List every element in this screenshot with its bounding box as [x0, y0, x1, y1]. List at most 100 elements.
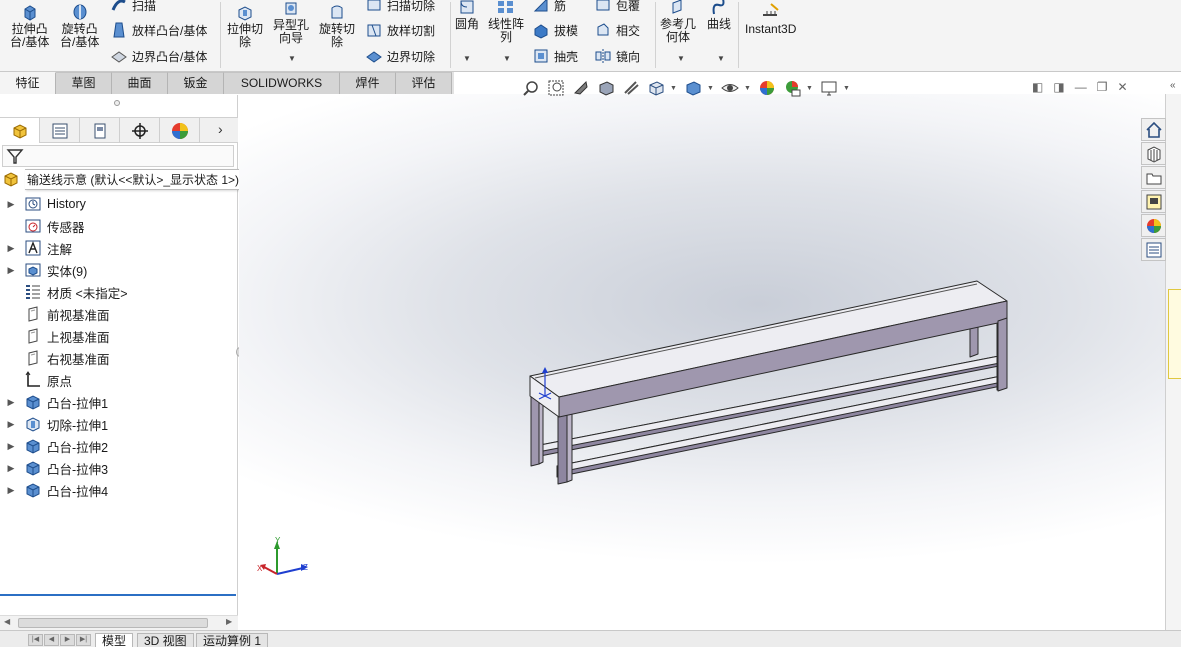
next-tab-icon[interactable]: ▶: [60, 634, 75, 646]
intersect-button[interactable]: 相交: [594, 21, 640, 39]
tree-item[interactable]: ▶ 凸台-拉伸4: [0, 479, 238, 501]
expand-arrow-icon[interactable]: ▶: [6, 397, 16, 408]
apply-scene-button[interactable]: [781, 78, 802, 98]
curves-dropdown-icon[interactable]: ▼: [717, 54, 725, 63]
mirror-button[interactable]: 镜向: [594, 47, 640, 65]
tree-item[interactable]: 材质 <未指定>: [0, 281, 238, 303]
curves-button[interactable]: 曲线: [707, 0, 731, 31]
tab-sheet-metal[interactable]: 钣金: [168, 72, 224, 94]
tree-horizontal-scrollbar[interactable]: ◀ ▶: [0, 615, 238, 630]
tab-3d-views[interactable]: 3D 视图: [137, 633, 194, 647]
scroll-left-icon[interactable]: ◀: [4, 617, 10, 626]
revolve-boss-button[interactable]: 旋转凸 台/基体: [60, 2, 99, 49]
edit-appearance-button[interactable]: [756, 78, 777, 98]
custom-properties-tab[interactable]: [1141, 238, 1166, 261]
sweep-cut-button[interactable]: 扫描切除: [365, 0, 435, 14]
view-settings-button[interactable]: [818, 78, 839, 98]
loft-boss-button[interactable]: 放样凸台/基体: [110, 21, 207, 39]
reference-geometry-button[interactable]: 参考几 何体: [660, 0, 696, 44]
close-icon[interactable]: ✕: [1117, 80, 1127, 94]
feature-manager-tab[interactable]: [0, 118, 40, 143]
tile-right-icon[interactable]: ◨: [1053, 80, 1064, 94]
tree-filter-bar[interactable]: [2, 145, 234, 167]
view-orientation-dropdown-icon[interactable]: ▼: [670, 85, 678, 92]
panel-splitter-handle[interactable]: [114, 100, 120, 106]
hide-show-items-button[interactable]: [719, 78, 740, 98]
loft-cut-button[interactable]: 放样切割: [365, 21, 435, 39]
expand-arrow-icon[interactable]: ▶: [6, 243, 16, 254]
first-tab-icon[interactable]: |◀: [28, 634, 43, 646]
extrude-boss-button[interactable]: 拉伸凸 台/基体: [10, 2, 49, 49]
tab-mbd[interactable]: SOLIDWORKS MBD: [224, 72, 340, 111]
previous-tab-icon[interactable]: ◀: [44, 634, 59, 646]
draft-button[interactable]: 拔模: [532, 21, 578, 39]
hide-show-dropdown-icon[interactable]: ▼: [744, 85, 752, 92]
chevron-right-icon[interactable]: ›: [218, 121, 223, 137]
expand-arrow-icon[interactable]: ▶: [6, 419, 16, 430]
zoom-to-fit-button[interactable]: [520, 78, 541, 98]
fillet-button[interactable]: 圆角: [455, 0, 479, 31]
rib-button[interactable]: 筋: [532, 0, 566, 14]
section-view-button[interactable]: [595, 78, 616, 98]
apply-scene-dropdown-icon[interactable]: ▼: [806, 85, 814, 92]
zoom-to-area-button[interactable]: [545, 78, 566, 98]
tab-evaluate[interactable]: 评估: [396, 72, 452, 94]
expand-arrow-icon[interactable]: ▶: [6, 485, 16, 496]
hole-wizard-button[interactable]: 异型孔 向导: [273, 0, 309, 45]
restore-icon[interactable]: ❐: [1097, 80, 1108, 94]
design-library-tab[interactable]: [1141, 142, 1166, 165]
display-style-button[interactable]: [682, 78, 703, 98]
tree-item[interactable]: 右视基准面: [0, 347, 238, 369]
dimxpert-manager-tab[interactable]: [120, 118, 160, 143]
tile-left-icon[interactable]: ◧: [1032, 80, 1043, 94]
scroll-right-icon[interactable]: ▶: [226, 617, 232, 626]
tree-item[interactable]: 前视基准面: [0, 303, 238, 325]
dynamic-annotation-button[interactable]: [620, 78, 641, 98]
tree-item[interactable]: ▶ 凸台-拉伸1: [0, 391, 238, 413]
appearances-tab[interactable]: [1141, 214, 1166, 237]
view-palette-tab[interactable]: [1141, 190, 1166, 213]
view-orientation-button[interactable]: [645, 78, 666, 98]
file-explorer-tab[interactable]: [1141, 166, 1166, 189]
boundary-boss-button[interactable]: 边界凸台/基体: [110, 47, 207, 65]
hole-wizard-dropdown-icon[interactable]: ▼: [288, 54, 296, 63]
tree-root-part[interactable]: 输送线示意 (默认<<默认>_显示状态 1>): [0, 168, 247, 190]
expand-arrow-icon[interactable]: ▶: [6, 463, 16, 474]
view-settings-dropdown-icon[interactable]: ▼: [843, 85, 851, 92]
sweep-button[interactable]: 扫描: [110, 0, 156, 14]
rollback-bar[interactable]: [0, 594, 236, 596]
display-style-dropdown-icon[interactable]: ▼: [707, 85, 715, 92]
solidworks-resources-tab[interactable]: [1141, 118, 1166, 141]
tree-item[interactable]: 传感器: [0, 215, 238, 237]
previous-view-button[interactable]: [570, 78, 591, 98]
expand-arrow-icon[interactable]: ▶: [6, 199, 16, 210]
display-manager-tab[interactable]: [160, 118, 200, 143]
tree-item[interactable]: 上视基准面: [0, 325, 238, 347]
fillet-dropdown-icon[interactable]: ▼: [463, 54, 471, 63]
pattern-dropdown-icon[interactable]: ▼: [503, 54, 511, 63]
last-tab-icon[interactable]: ▶|: [76, 634, 91, 646]
revolve-cut-button[interactable]: 旋转切 除: [319, 2, 355, 49]
tab-model[interactable]: 模型: [95, 633, 134, 647]
expand-arrow-icon[interactable]: ▶: [6, 265, 16, 276]
expand-arrow-icon[interactable]: ▶: [6, 441, 16, 452]
tree-item[interactable]: ▶ 实体(9): [0, 259, 238, 281]
scrollbar-thumb[interactable]: [18, 618, 208, 628]
configuration-manager-tab[interactable]: [80, 118, 120, 143]
tab-sketch[interactable]: 草图: [56, 72, 112, 94]
shell-button[interactable]: 抽壳: [532, 47, 578, 65]
tree-item[interactable]: ▶ History: [0, 193, 238, 215]
tab-surfaces[interactable]: 曲面: [112, 72, 168, 94]
property-manager-tab[interactable]: [40, 118, 80, 143]
tree-item[interactable]: ▶ 注解: [0, 237, 238, 259]
tree-item[interactable]: ▶ 凸台-拉伸3: [0, 457, 238, 479]
tree-item[interactable]: ▶ 凸台-拉伸2: [0, 435, 238, 457]
chevron-left-icon[interactable]: «: [1170, 80, 1176, 91]
extrude-cut-button[interactable]: 拉伸切 除: [227, 2, 263, 49]
wrap-button[interactable]: 包覆: [594, 0, 640, 14]
tree-item[interactable]: ▶ 切除-拉伸1: [0, 413, 238, 435]
tree-item[interactable]: 原点: [0, 369, 238, 391]
graphics-area[interactable]: Y Z X: [239, 94, 1165, 630]
boundary-cut-button[interactable]: 边界切除: [365, 47, 435, 65]
linear-pattern-button[interactable]: 线性阵 列: [488, 0, 524, 44]
